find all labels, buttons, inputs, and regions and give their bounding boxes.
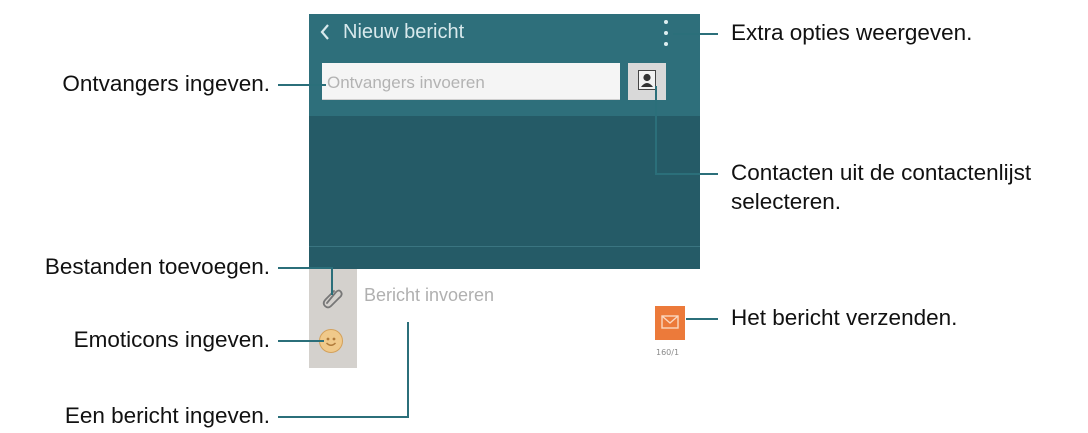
character-counter: 160/1 xyxy=(656,348,680,357)
callout-more-options: Extra opties weergeven. xyxy=(731,20,973,45)
composer-tool-strip xyxy=(309,269,357,368)
callout-message: Een bericht ingeven. xyxy=(64,403,270,428)
contact-card-icon xyxy=(638,69,656,94)
chevron-left-icon[interactable] xyxy=(319,23,331,41)
title-bar: Nieuw bericht xyxy=(309,14,700,50)
callout-contacts-line2: selecteren. xyxy=(731,189,842,214)
callout-send: Het bericht verzenden. xyxy=(731,305,958,330)
leader-line-attach-h xyxy=(278,267,333,269)
leader-line-more-options xyxy=(673,33,718,35)
leader-line-attach-v xyxy=(331,267,333,295)
recipients-input[interactable]: Ontvangers invoeren xyxy=(322,63,620,100)
leader-line-message-v xyxy=(407,322,409,418)
callout-attach: Bestanden toevoegen. xyxy=(44,254,270,279)
leader-line-contacts-h xyxy=(655,173,718,175)
leader-line-send xyxy=(686,318,718,320)
phone-screen: Nieuw bericht Ontvangers invoeren Berich… xyxy=(309,14,700,368)
screen-title: Nieuw bericht xyxy=(343,20,465,43)
leader-line-message-h xyxy=(278,416,409,418)
callout-contacts-line1: Contacten uit de contactenlijst xyxy=(731,160,1032,185)
more-vertical-icon[interactable] xyxy=(662,20,670,46)
send-message-icon xyxy=(661,314,679,333)
send-button[interactable] xyxy=(655,306,685,340)
contact-picker-button[interactable] xyxy=(628,63,666,100)
leader-line-recipients xyxy=(278,84,326,86)
leader-line-contacts-v xyxy=(655,86,657,175)
message-input[interactable]: Bericht invoeren xyxy=(364,285,494,306)
divider xyxy=(309,246,700,247)
leader-line-emoticons xyxy=(278,340,324,342)
callout-recipients: Ontvangers ingeven. xyxy=(62,71,270,96)
callout-emoticons: Emoticons ingeven. xyxy=(73,327,270,352)
message-composer: Bericht invoeren 160/1 xyxy=(309,269,700,368)
recipients-bar: Ontvangers invoeren xyxy=(309,50,700,116)
